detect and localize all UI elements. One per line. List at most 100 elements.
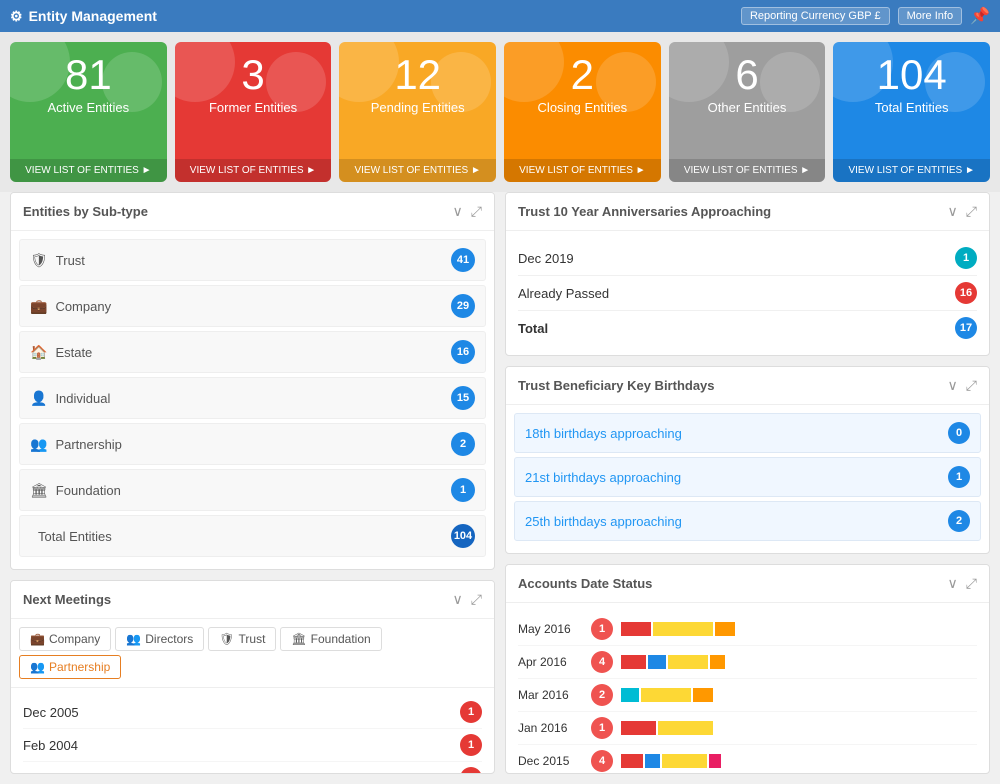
account-bar (710, 655, 725, 669)
view-list-link[interactable]: VIEW LIST OF ENTITIES ► (175, 159, 332, 182)
birthday-row[interactable]: 21st birthdays approaching 1 (514, 457, 981, 497)
entity-icon: 👥 (30, 436, 47, 453)
left-column: Entities by Sub-type ∨ ⤢ 🛡 Trust 41 💼 Co… (10, 192, 495, 774)
tab-label: Partnership (49, 660, 110, 674)
meetings-header: Next Meetings ∨ ⤢ (11, 581, 494, 619)
meeting-date: Feb 2004 (23, 738, 78, 753)
more-info-button[interactable]: More Info (898, 7, 962, 25)
stat-number: 3 (241, 54, 264, 96)
entity-count-badge: 1 (451, 478, 475, 502)
view-list-link[interactable]: VIEW LIST OF ENTITIES ► (504, 159, 661, 182)
stat-card-total-entities[interactable]: 104 Total Entities VIEW LIST OF ENTITIES… (833, 42, 990, 182)
ann-expand-icon[interactable]: ⤢ (966, 203, 977, 220)
account-label: Apr 2016 (518, 655, 583, 669)
meeting-date: Dec 2005 (23, 705, 79, 720)
entity-name: 🛡 Trust (30, 252, 85, 269)
bday-collapse-icon[interactable]: ∨ (948, 377, 958, 394)
stat-label: Other Entities (708, 100, 787, 115)
meeting-date: Mar 2003 (23, 771, 78, 775)
entity-row-trust[interactable]: 🛡 Trust 41 (19, 239, 486, 281)
meeting-row: Feb 2004 1 (23, 729, 482, 762)
view-list-link[interactable]: VIEW LIST OF ENTITIES ► (10, 159, 167, 182)
birthday-count-badge: 1 (948, 466, 970, 488)
stat-number: 104 (877, 54, 947, 96)
meetings-collapse-icon[interactable]: ∨ (453, 591, 463, 608)
meetings-controls[interactable]: ∨ ⤢ (453, 591, 482, 608)
meeting-count-badge: 1 (460, 767, 482, 774)
entity-row-estate[interactable]: 🏠 Estate 16 (19, 331, 486, 373)
view-list-link[interactable]: VIEW LIST OF ENTITIES ► (833, 159, 990, 182)
birthday-row[interactable]: 18th birthdays approaching 0 (514, 413, 981, 453)
entity-row-foundation[interactable]: 🏛 Foundation 1 (19, 469, 486, 511)
stat-cards-row: 81 Active Entities VIEW LIST OF ENTITIES… (0, 32, 1000, 192)
app-header: ⚙ Entity Management Reporting Currency G… (0, 0, 1000, 32)
accounts-list: May 2016 1 Apr 2016 4 Mar 2016 2 Jan 201… (506, 603, 989, 774)
ann-collapse-icon[interactable]: ∨ (948, 203, 958, 220)
account-bar (621, 754, 643, 768)
account-bar (648, 655, 666, 669)
meetings-expand-icon[interactable]: ⤢ (471, 591, 482, 608)
collapse-icon[interactable]: ∨ (453, 203, 463, 220)
birthdays-controls[interactable]: ∨ ⤢ (948, 377, 977, 394)
view-list-link[interactable]: VIEW LIST OF ENTITIES ► (339, 159, 496, 182)
tab-icon: 🛡 (219, 632, 234, 646)
anniversaries-title: Trust 10 Year Anniversaries Approaching (518, 204, 771, 219)
app-title: Entity Management (29, 8, 157, 24)
anniversary-row: Dec 2019 1 (518, 241, 977, 276)
expand-icon[interactable]: ⤢ (471, 203, 482, 220)
stat-label: Former Entities (209, 100, 297, 115)
stat-card-former-entities[interactable]: 3 Former Entities VIEW LIST OF ENTITIES … (175, 42, 332, 182)
main-content: Entities by Sub-type ∨ ⤢ 🛡 Trust 41 💼 Co… (0, 192, 1000, 784)
meeting-tab-trust[interactable]: 🛡Trust (208, 627, 276, 651)
meeting-tab-foundation[interactable]: 🏛Foundation (280, 627, 381, 651)
meetings-list: Dec 2005 1 Feb 2004 1 Mar 2003 1 Jan 200… (11, 688, 494, 774)
stat-card-closing-entities[interactable]: 2 Closing Entities VIEW LIST OF ENTITIES… (504, 42, 661, 182)
account-bar (621, 622, 651, 636)
entity-row-partnership[interactable]: 👥 Partnership 2 (19, 423, 486, 465)
account-row: Jan 2016 1 (518, 712, 977, 745)
acc-expand-icon[interactable]: ⤢ (966, 575, 977, 592)
stat-card-pending-entities[interactable]: 12 Pending Entities VIEW LIST OF ENTITIE… (339, 42, 496, 182)
view-list-link[interactable]: VIEW LIST OF ENTITIES ► (669, 159, 826, 182)
meeting-tab-partnership[interactable]: 👥Partnership (19, 655, 121, 679)
birthdays-header: Trust Beneficiary Key Birthdays ∨ ⤢ (506, 367, 989, 405)
birthday-label: 25th birthdays approaching (525, 514, 682, 529)
account-bar (668, 655, 708, 669)
account-count-badge: 4 (591, 651, 613, 673)
account-row: Apr 2016 4 (518, 646, 977, 679)
entity-row-company[interactable]: 💼 Company 29 (19, 285, 486, 327)
entity-label: Trust (56, 253, 85, 268)
meeting-tab-directors[interactable]: 👥Directors (115, 627, 204, 651)
entity-count-badge: 2 (451, 432, 475, 456)
stat-label: Total Entities (875, 100, 949, 115)
entity-name: 👥 Partnership (30, 436, 122, 453)
entity-name: 👤 Individual (30, 390, 110, 407)
right-column: Trust 10 Year Anniversaries Approaching … (505, 192, 990, 774)
birthday-label: 18th birthdays approaching (525, 426, 682, 441)
stat-card-other-entities[interactable]: 6 Other Entities VIEW LIST OF ENTITIES ► (669, 42, 826, 182)
entity-row-total entities[interactable]: Total Entities 104 (19, 515, 486, 557)
account-bar (621, 688, 639, 702)
birthday-count-badge: 2 (948, 510, 970, 532)
pin-icon[interactable]: 📌 (970, 6, 990, 26)
account-label: Dec 2015 (518, 754, 583, 768)
birthday-label: 21st birthdays approaching (525, 470, 681, 485)
stat-card-active-entities[interactable]: 81 Active Entities VIEW LIST OF ENTITIES… (10, 42, 167, 182)
account-row: May 2016 1 (518, 613, 977, 646)
entity-count-badge: 15 (451, 386, 475, 410)
account-bar (621, 721, 656, 735)
accounts-controls[interactable]: ∨ ⤢ (948, 575, 977, 592)
acc-collapse-icon[interactable]: ∨ (948, 575, 958, 592)
entity-row-individual[interactable]: 👤 Individual 15 (19, 377, 486, 419)
account-label: Jan 2016 (518, 721, 583, 735)
reporting-currency-button[interactable]: Reporting Currency GBP £ (741, 7, 890, 25)
meeting-tab-company[interactable]: 💼Company (19, 627, 111, 651)
bday-expand-icon[interactable]: ⤢ (966, 377, 977, 394)
account-bar (693, 688, 713, 702)
entity-label: Individual (55, 391, 110, 406)
birthday-row[interactable]: 25th birthdays approaching 2 (514, 501, 981, 541)
anniversaries-controls[interactable]: ∨ ⤢ (948, 203, 977, 220)
entities-subtype-controls[interactable]: ∨ ⤢ (453, 203, 482, 220)
header-right: Reporting Currency GBP £ More Info 📌 (741, 6, 990, 26)
birthdays-title: Trust Beneficiary Key Birthdays (518, 378, 715, 393)
